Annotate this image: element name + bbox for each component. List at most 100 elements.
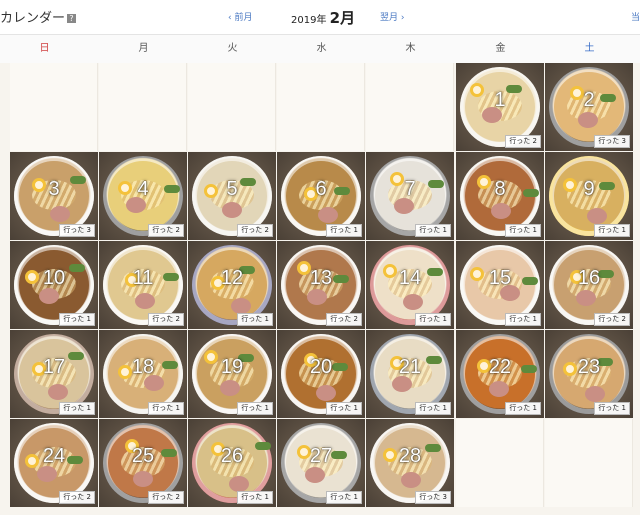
page-title-text: カレンダー [0, 11, 66, 26]
visit-count-badge: 行った 2 [59, 491, 95, 504]
chashu-topping [50, 206, 70, 222]
visit-count-badge: 行った 1 [505, 313, 541, 326]
day-cell[interactable]: 19 行った 1 [188, 330, 276, 418]
day-cell[interactable]: 9 行った 1 [545, 152, 633, 240]
chashu-topping [305, 467, 325, 483]
visit-count-badge: 行った 2 [148, 313, 184, 326]
day-number: 11 [132, 267, 154, 289]
day-number: 14 [398, 267, 422, 289]
day-cell[interactable]: 12 行った 1 [188, 241, 276, 329]
visit-count-badge: 行った 1 [237, 491, 273, 504]
day-cell[interactable]: 20 行った 1 [277, 330, 365, 418]
day-cell[interactable]: 3 行った 3 [10, 152, 98, 240]
day-cell[interactable]: 24 行った 2 [10, 419, 98, 507]
visit-count-badge: 行った 1 [415, 402, 451, 415]
day-cell[interactable]: 16 行った 2 [545, 241, 633, 329]
day-cell[interactable]: 17 行った 1 [10, 330, 98, 418]
day-cell[interactable]: 7 行った 1 [366, 152, 454, 240]
visit-count-badge: 行った 3 [415, 491, 451, 504]
chashu-topping [489, 381, 509, 397]
visit-count-badge: 行った 1 [594, 402, 630, 415]
day-cell[interactable]: 25 行った 2 [99, 419, 187, 507]
chashu-topping [585, 386, 605, 402]
visit-count-badge: 行った 2 [237, 224, 273, 237]
chashu-topping [316, 385, 336, 401]
visit-count-badge: 行った 2 [148, 491, 184, 504]
day-cell[interactable]: 8 行った 1 [456, 152, 544, 240]
visit-count-badge: 行った 1 [237, 402, 273, 415]
current-year-label: 2019年 [291, 15, 327, 26]
day-number: 2 [583, 89, 595, 111]
day-cell[interactable]: 11 行った 2 [99, 241, 187, 329]
chashu-topping [576, 290, 596, 306]
day-cell[interactable]: 15 行った 1 [456, 241, 544, 329]
page-title: カレンダー? [0, 7, 77, 26]
prev-month-link[interactable]: ‹ 前月 [228, 10, 252, 23]
chashu-topping [133, 471, 153, 487]
chashu-topping [37, 466, 57, 482]
visit-count-badge: 行った 2 [505, 135, 541, 148]
empty-day-cell [545, 419, 633, 507]
day-number: 17 [42, 356, 66, 378]
day-number: 23 [577, 356, 601, 378]
day-number: 18 [131, 356, 155, 378]
visit-count-badge: 行った 1 [326, 224, 362, 237]
day-number: 1 [494, 89, 506, 111]
day-number: 19 [220, 356, 244, 378]
day-cell[interactable]: 5 行った 2 [188, 152, 276, 240]
day-cell[interactable]: 13 行った 2 [277, 241, 365, 329]
weekday-wed: 水 [316, 43, 327, 54]
day-number: 15 [488, 267, 512, 289]
weekday-tue: 火 [227, 43, 238, 54]
weekday-sat: 土 [584, 43, 595, 54]
day-cell[interactable]: 14 行った 1 [366, 241, 454, 329]
weekday-fri: 金 [495, 43, 506, 54]
next-month-link[interactable]: 翌月 › [380, 10, 404, 23]
chashu-topping [401, 472, 421, 488]
day-cell[interactable]: 23 行った 1 [545, 330, 633, 418]
weekday-thu: 木 [405, 43, 416, 54]
visit-count-badge: 行った 2 [326, 313, 362, 326]
today-link[interactable]: 当 [631, 10, 640, 23]
visit-count-badge: 行った 1 [237, 313, 273, 326]
day-number: 12 [220, 267, 244, 289]
day-number: 27 [309, 445, 333, 467]
day-cell[interactable]: 26 行った 1 [188, 419, 276, 507]
chashu-topping [39, 288, 59, 304]
day-cell[interactable]: 4 行った 2 [99, 152, 187, 240]
current-month-label: 2月 [329, 9, 356, 27]
day-number: 5 [226, 178, 238, 200]
day-cell[interactable]: 21 行った 1 [366, 330, 454, 418]
visit-count-badge: 行った 2 [594, 313, 630, 326]
day-number: 7 [404, 178, 416, 200]
chashu-topping [307, 289, 327, 305]
empty-day-cell [277, 63, 365, 151]
day-cell[interactable]: 18 行った 1 [99, 330, 187, 418]
visit-count-badge: 行った 1 [415, 224, 451, 237]
empty-day-cell [188, 63, 276, 151]
day-cell[interactable]: 10 行った 1 [10, 241, 98, 329]
visit-count-badge: 行った 3 [59, 224, 95, 237]
day-cell[interactable]: 6 行った 1 [277, 152, 365, 240]
day-number: 22 [488, 356, 512, 378]
day-cell[interactable]: 1 行った 2 [456, 63, 544, 151]
day-number: 3 [48, 178, 60, 200]
day-number: 21 [398, 356, 422, 378]
day-cell[interactable]: 28 行った 3 [366, 419, 454, 507]
visit-count-badge: 行った 2 [148, 224, 184, 237]
chashu-topping [48, 384, 68, 400]
chashu-topping [229, 476, 249, 492]
day-cell[interactable]: 22 行った 1 [456, 330, 544, 418]
empty-day-cell [99, 63, 187, 151]
day-cell[interactable]: 2 行った 3 [545, 63, 633, 151]
visit-count-badge: 行った 1 [59, 402, 95, 415]
empty-day-cell [366, 63, 454, 151]
calendar-grid: 1 行った 2 2 行った 3 3 行った 3 4 行った 2 5 行った 2 6 行った 1 7 行った… [0, 63, 640, 515]
day-number: 20 [309, 356, 333, 378]
current-month: 2019年 2月 [291, 7, 355, 28]
day-number: 8 [494, 178, 506, 200]
question-icon[interactable]: ? [67, 14, 77, 23]
visit-count-badge: 行った 1 [505, 402, 541, 415]
day-number: 6 [315, 178, 327, 200]
day-cell[interactable]: 27 行った 1 [277, 419, 365, 507]
